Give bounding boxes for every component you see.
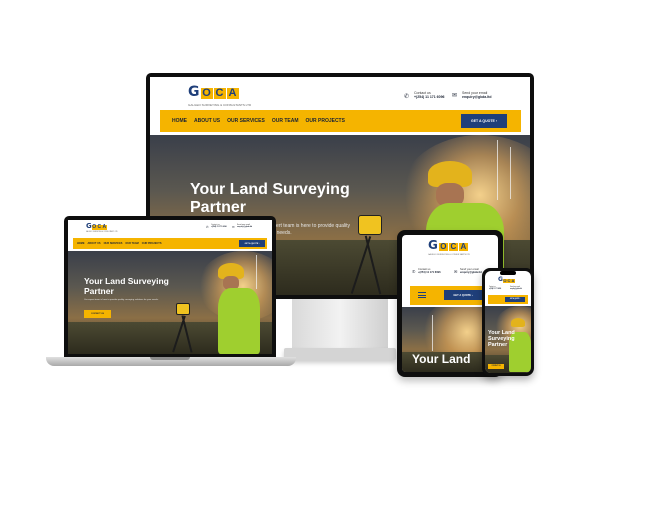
tablet-logo[interactable]: G O C A: [428, 239, 468, 251]
tablet-logo-tagline: GALILEO SURVEYING & CONSULTANTS LTD: [428, 254, 471, 256]
desktop-contact-email[interactable]: Send your email enquiry@gkda.ltd: [462, 91, 491, 100]
tablet-hero-title: Your Land: [412, 352, 471, 366]
nav-our-services[interactable]: OUR SERVICES: [104, 242, 123, 245]
phone-hero: Your Land Surveying Partner CONTACT US: [485, 306, 531, 373]
laptop-site: G O C A GALILEO SURVEYING & CONSULTANTS …: [68, 220, 272, 354]
monitor-stand-neck: [292, 298, 388, 350]
nav-our-team[interactable]: OUR TEAM: [125, 242, 138, 245]
laptop-contact-email[interactable]: Send your email enquiry@gkda.ltd: [237, 224, 252, 228]
wind-turbine: [256, 255, 257, 289]
laptop-get-quote-button[interactable]: GET A QUOTE ›: [239, 240, 265, 247]
phone-icon: ✆: [404, 94, 410, 100]
tablet-get-quote-button[interactable]: GET A QUOTE ›: [444, 290, 482, 300]
laptop-hero: Your Land Surveying Partner Our expert t…: [68, 251, 272, 354]
tablet-contact-email[interactable]: Send your email enquiry@gkda.ltd: [460, 268, 482, 274]
laptop-notch: [150, 357, 190, 360]
laptop-contact-phone[interactable]: Contact us +(254) 11 171 6096: [211, 224, 227, 228]
phone-icon: ✆: [206, 225, 209, 229]
wind-turbine: [510, 147, 511, 199]
laptop-hero-cta[interactable]: CONTACT US: [84, 310, 111, 318]
desktop-logo-tagline: GALILEO SURVEYING & CONSULTANTS LTD: [188, 103, 252, 107]
surveying-instrument: [358, 215, 382, 235]
phone-logo[interactable]: G O C A: [498, 277, 515, 283]
desktop-hero-title: Your Land Surveying Partner: [190, 181, 350, 216]
wind-turbine: [497, 140, 498, 200]
worker-helmet: [511, 318, 525, 327]
monitor-stand-base: [284, 348, 396, 360]
phone-hero-cta[interactable]: CONTACT US: [488, 364, 504, 369]
desktop-get-quote-button[interactable]: GET A QUOTE ›: [461, 114, 507, 128]
tablet-contact-phone[interactable]: Contact us +(254) 11 171 6096: [418, 268, 441, 274]
hamburger-menu-icon[interactable]: [418, 292, 426, 298]
nav-home[interactable]: HOME: [172, 118, 187, 124]
phone-hero-title: Your Land Surveying Partner: [488, 330, 515, 349]
desktop-contact-phone[interactable]: Contact us +(254) 11 171 6096: [414, 91, 444, 100]
laptop-hero-subtitle: Our expert team is here to provide quali…: [84, 299, 159, 301]
phone-dynamic-island: [500, 271, 516, 275]
worker-vest: [218, 288, 260, 354]
nav-our-team[interactable]: OUR TEAM: [272, 118, 299, 124]
nav-our-services[interactable]: OUR SERVICES: [227, 118, 265, 124]
hamburger-menu-line: [418, 294, 426, 296]
phone-get-quote-button[interactable]: GET A QUOTE ›: [505, 297, 525, 302]
email-icon: ✉: [454, 269, 458, 274]
phone-site: G O C A Contact us +(254) 11 171 6096 Se…: [485, 271, 531, 373]
laptop-hero-title: Your Land Surveying Partner: [84, 276, 169, 296]
laptop-navbar: HOME ABOUT US OUR SERVICES OUR TEAM OUR …: [73, 238, 267, 249]
nav-about-us[interactable]: ABOUT US: [194, 118, 220, 124]
surveying-instrument: [176, 303, 190, 315]
phone-contact-phone[interactable]: Contact us +(254) 11 171 6096: [489, 287, 501, 291]
nav-our-projects[interactable]: OUR PROJECTS: [306, 118, 345, 124]
nav-home[interactable]: HOME: [77, 242, 85, 245]
desktop-hero-subtitle: expert team is here to provide quality o…: [268, 223, 350, 236]
phone-icon: ✆: [412, 269, 416, 274]
nav-about-us[interactable]: ABOUT US: [88, 242, 101, 245]
nav-our-projects[interactable]: OUR PROJECTS: [142, 242, 162, 245]
laptop-logo[interactable]: G O C A: [86, 223, 107, 230]
phone-contact-email[interactable]: Send your email enquiry@gkda.ltd: [510, 287, 522, 291]
email-icon: ✉: [232, 225, 235, 229]
desktop-logo[interactable]: G O C A: [188, 85, 239, 99]
email-icon: ✉: [452, 93, 458, 99]
wind-turbine: [432, 315, 433, 351]
laptop-logo-tagline: GALILEO SURVEYING & CONSULTANTS LTD: [86, 232, 118, 233]
